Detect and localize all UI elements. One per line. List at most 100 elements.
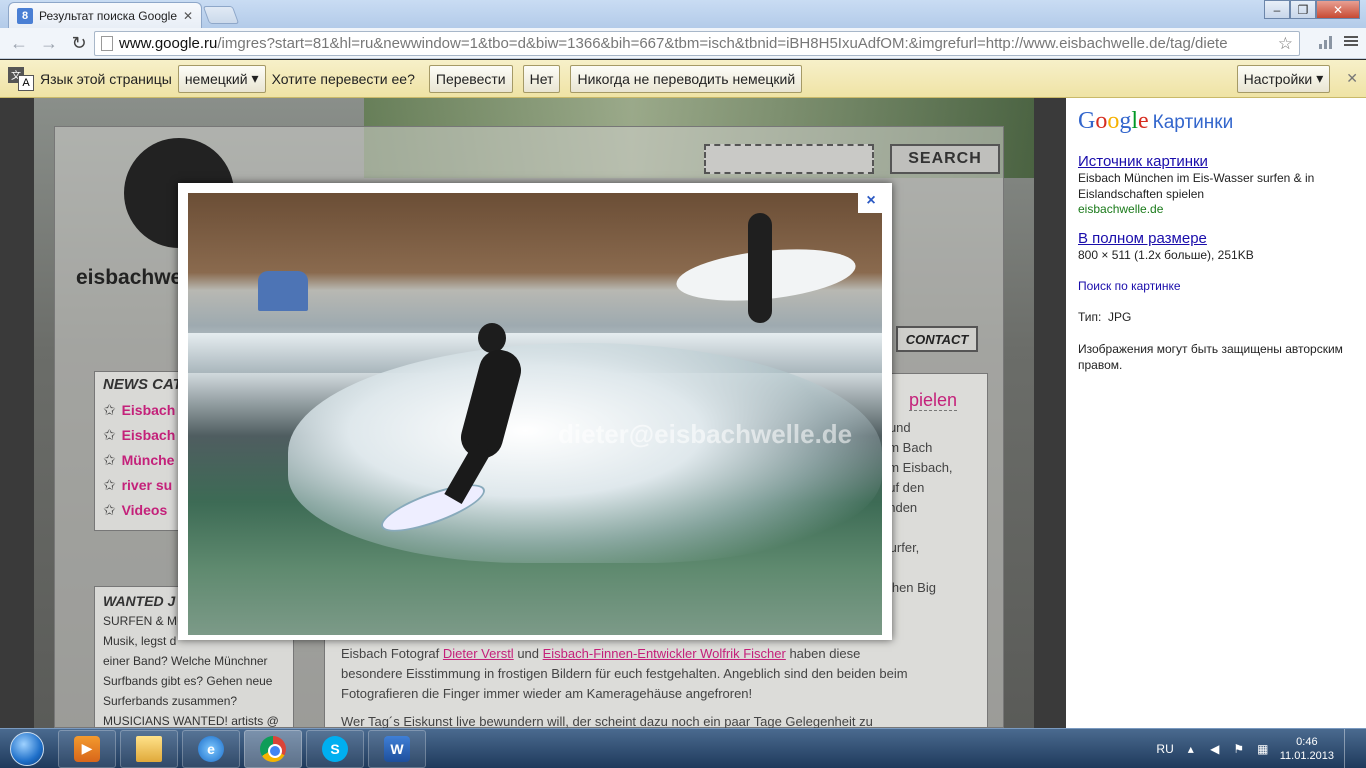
page-stats-icon[interactable]: [1319, 33, 1332, 49]
copyright-notice: Изображения могут быть защищены авторски…: [1078, 342, 1343, 372]
url-text[interactable]: www.google.ru/imgres?start=81&hl=ru&neww…: [119, 35, 1272, 52]
toolbar-right: [1319, 33, 1358, 49]
image-source-domain: eisbachwelle.de: [1078, 202, 1164, 216]
google-images-logo[interactable]: Google Картинки: [1078, 108, 1354, 135]
menu-icon[interactable]: [1344, 36, 1358, 46]
network-icon[interactable]: ▦: [1256, 742, 1270, 756]
translate-button[interactable]: Перевести: [428, 64, 513, 93]
dropdown-arrow-icon: ▾: [251, 70, 259, 86]
wanted-line: MUSICIANS WANTED! artists @: [103, 714, 279, 728]
show-desktop-button[interactable]: [1344, 729, 1358, 768]
image-source-link[interactable]: Источник картинки: [1078, 153, 1354, 170]
site-search-button[interactable]: SEARCH: [890, 144, 1000, 174]
internet-explorer-icon: e: [198, 735, 224, 762]
full-size-link[interactable]: В полном размере: [1078, 230, 1354, 247]
image-type: Тип: JPG: [1078, 310, 1132, 324]
images-word: Картинки: [1152, 112, 1234, 133]
clock[interactable]: 0:46 11.01.2013: [1280, 735, 1334, 763]
star-icon: ✩: [103, 501, 116, 519]
start-button[interactable]: [0, 729, 54, 768]
page-content: eisbachwe SEARCH CONTACT NEWS CAT ✩ Eisba…: [0, 98, 1066, 728]
minimize-icon[interactable]: –: [1264, 0, 1290, 19]
translate-settings-button[interactable]: Настройки ▾: [1236, 64, 1331, 93]
star-icon: ✩: [103, 401, 116, 419]
skype-icon: S: [322, 735, 348, 762]
url-host: www.google.ru: [119, 35, 218, 52]
tab-close-icon[interactable]: ✕: [183, 9, 193, 23]
word-icon: W: [384, 735, 410, 762]
volume-icon[interactable]: ◀: [1208, 742, 1222, 756]
language-select-value: немецкий: [184, 70, 248, 87]
url-path: /imgres?start=81&hl=ru&newwindow=1&tbo=d…: [217, 35, 1228, 52]
wanted-line: Surfbands gibt es? Gehen neue: [103, 674, 273, 688]
star-icon: ✩: [103, 451, 116, 469]
clock-time: 0:46: [1296, 736, 1318, 748]
media-player-icon: ▶: [74, 735, 100, 762]
maximize-icon[interactable]: ❐: [1290, 0, 1316, 19]
never-translate-button[interactable]: Никогда не переводить немецкий: [570, 64, 803, 93]
google-logo-icon: Google: [1078, 108, 1149, 134]
google-favicon-icon: 8: [17, 7, 33, 24]
finnen-entwickler-link[interactable]: Eisbach-Finnen-Entwickler Wolfrik Fische…: [543, 646, 786, 661]
system-tray: RU ▴ ◀ ⚑ ▦ 0:46 11.01.2013: [1156, 729, 1366, 768]
window-close-icon[interactable]: ✕: [1316, 0, 1360, 19]
translate-bar: 文A Язык этой страницы немецкий ▾ Хотите …: [0, 60, 1366, 98]
image-details-panel: Google Картинки Источник картинки Eisbac…: [1066, 98, 1366, 728]
reload-icon[interactable]: ↻: [66, 31, 92, 55]
translate-question: Хотите перевести ее?: [271, 70, 415, 87]
surfer-shape: [444, 323, 538, 523]
page-icon: [101, 36, 113, 51]
taskbar-ie[interactable]: e: [182, 729, 240, 768]
surfer-standing-shape: [748, 213, 772, 323]
title-bar: 8 Результат поиска Google ✕ – ❐ ✕: [0, 0, 1366, 28]
translate-icon: 文A: [8, 66, 34, 91]
article-heading[interactable]: pielen: [908, 390, 957, 411]
site-contact-link[interactable]: CONTACT: [896, 326, 978, 352]
browser-toolbar: ← → ↻ www.google.ru/imgres?start=81&hl=r…: [0, 28, 1366, 59]
translate-bar-close-icon[interactable]: ✕: [1346, 70, 1358, 87]
no-button[interactable]: Нет: [522, 64, 561, 93]
wave-shape: [288, 343, 882, 563]
image-source-description: Eisbach München im Eis-Wasser surfen & i…: [1078, 171, 1315, 201]
chair-shape: [258, 271, 308, 311]
photo-watermark: dieter@eisbachwelle.de: [558, 419, 853, 449]
new-tab-button[interactable]: [202, 6, 240, 24]
clock-date: 11.01.2013: [1279, 750, 1334, 762]
tray-expand-icon[interactable]: ▴: [1184, 742, 1198, 756]
star-icon: ✩: [103, 426, 116, 444]
input-language[interactable]: RU: [1156, 742, 1173, 756]
language-select[interactable]: немецкий ▾: [177, 64, 266, 93]
surf-photo[interactable]: dieter@eisbachwelle.de: [188, 193, 882, 635]
taskbar-chrome[interactable]: [244, 729, 302, 768]
site-search-input[interactable]: [704, 144, 874, 174]
taskbar-skype[interactable]: S: [306, 729, 364, 768]
image-size-info: 800 × 511 (1.2x больше), 251KB: [1078, 248, 1254, 262]
chrome-icon: [260, 735, 286, 762]
image-lightbox: dieter@eisbachwelle.de ×: [178, 183, 892, 640]
taskbar-word[interactable]: W: [368, 729, 426, 768]
back-arrow-icon[interactable]: ←: [6, 31, 32, 55]
site-logo-text[interactable]: eisbachwe: [76, 266, 182, 290]
taskbar-media-player[interactable]: ▶: [58, 729, 116, 768]
tab-title: Результат поиска Google: [39, 8, 177, 23]
lightbox-close-icon[interactable]: ×: [858, 189, 884, 213]
settings-label: Настройки: [1243, 70, 1313, 87]
search-by-image-link[interactable]: Поиск по картинке: [1078, 279, 1354, 293]
bookmark-star-icon[interactable]: ☆: [1278, 34, 1293, 54]
folder-icon: [136, 735, 162, 762]
translate-page-language-label: Язык этой страницы: [40, 70, 172, 87]
flag-icon[interactable]: ⚑: [1232, 742, 1246, 756]
browser-tab[interactable]: 8 Результат поиска Google ✕: [8, 2, 202, 28]
windows-taskbar: ▶ e S W RU ▴ ◀ ⚑ ▦ 0:46 11.01.2013: [0, 728, 1366, 768]
forward-arrow-icon[interactable]: →: [36, 31, 62, 55]
address-bar[interactable]: www.google.ru/imgres?start=81&hl=ru&neww…: [94, 31, 1300, 56]
wanted-line: einer Band? Welche Münchner: [103, 654, 268, 668]
article-body: Eisbach Fotograf Dieter Verstl und Eisba…: [341, 646, 908, 728]
article-text-fragment: r und em Bach am Eisbach, auf den enden …: [881, 420, 953, 595]
dropdown-arrow-icon: ▾: [1316, 70, 1324, 86]
window-controls: – ❐ ✕: [1264, 0, 1360, 19]
taskbar-explorer[interactable]: [120, 729, 178, 768]
windows-logo-icon: [10, 731, 44, 766]
dieter-verstl-link[interactable]: Dieter Verstl: [443, 646, 514, 661]
star-icon: ✩: [103, 476, 116, 494]
